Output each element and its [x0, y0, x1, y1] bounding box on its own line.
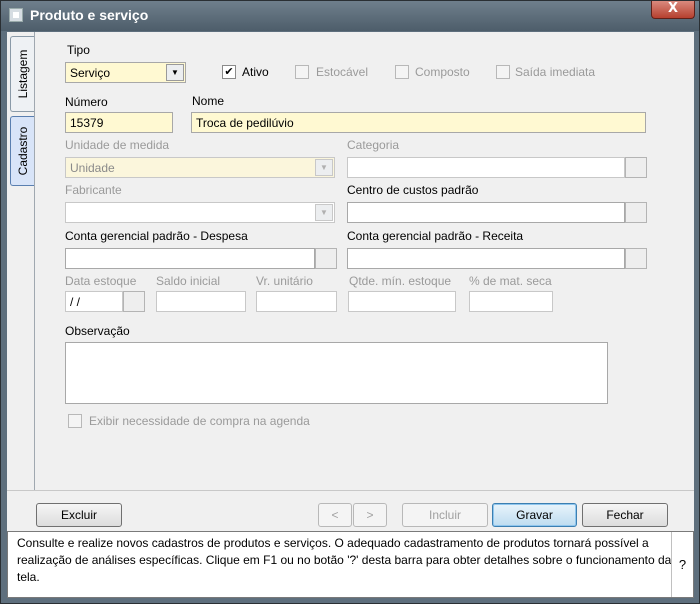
vertical-tab-strip: Listagem Cadastro [7, 32, 34, 490]
vr-unitario-label: Vr. unitário [256, 274, 313, 288]
tipo-label: Tipo [67, 43, 90, 57]
observacao-label: Observação [65, 324, 130, 338]
tab-cadastro[interactable]: Cadastro [10, 116, 34, 186]
conta-receita-label: Conta gerencial padrão - Receita [347, 229, 524, 243]
exibir-necessidade-checkbox[interactable] [68, 414, 82, 428]
help-bar: Consulte e realize novos cadastros de pr… [7, 531, 694, 598]
window: Produto e serviço X Listagem Cadastro Ti… [0, 0, 700, 604]
next-button[interactable]: > [353, 503, 387, 527]
title-bar: Produto e serviço X [1, 1, 699, 31]
client-area: Listagem Cadastro Tipo Serviço ▼ ✔ Ativo… [7, 32, 694, 598]
vr-unitario-field[interactable] [256, 291, 337, 312]
conta-receita-field[interactable] [347, 248, 625, 269]
numero-label: Número [65, 95, 108, 109]
tipo-value: Serviço [70, 66, 111, 80]
centro-custos-lookup-button[interactable] [625, 202, 647, 223]
gravar-button[interactable]: Gravar [492, 503, 577, 527]
fabricante-label: Fabricante [65, 183, 122, 197]
nome-label: Nome [192, 94, 225, 108]
help-text: Consulte e realize novos cadastros de pr… [17, 536, 672, 584]
composto-checkbox[interactable] [395, 65, 409, 79]
cadastro-form: Tipo Serviço ▼ ✔ Ativo Estocável Compost… [34, 32, 694, 490]
incluir-button[interactable]: Incluir [402, 503, 488, 527]
calendar-button[interactable] [123, 291, 145, 312]
checkmark-icon: ✔ [224, 66, 234, 78]
button-bar: Excluir < > Incluir Gravar Fechar [7, 490, 694, 530]
tab-listagem-label: Listagem [15, 49, 30, 99]
categoria-label: Categoria [347, 138, 400, 152]
unidade-medida-select[interactable]: Unidade [65, 157, 335, 178]
fabricante-select[interactable] [65, 202, 335, 223]
categoria-lookup-button[interactable] [625, 157, 647, 178]
exibir-necessidade-label: Exibir necessidade de compra na agenda [89, 414, 310, 428]
chevron-down-icon[interactable]: ▼ [315, 159, 333, 176]
unidade-medida-label: Unidade de medida [65, 138, 170, 152]
saida-imediata-checkbox[interactable] [496, 65, 510, 79]
conta-despesa-field[interactable] [65, 248, 315, 269]
ativo-checkbox[interactable]: ✔ [222, 65, 236, 79]
conta-despesa-label: Conta gerencial padrão - Despesa [65, 229, 248, 243]
estocavel-checkbox[interactable] [295, 65, 309, 79]
app-icon [9, 8, 23, 22]
numero-field[interactable]: 15379 [65, 112, 173, 133]
composto-label: Composto [415, 65, 470, 79]
categoria-field[interactable] [347, 157, 625, 178]
conta-receita-lookup-button[interactable] [625, 248, 647, 269]
excluir-button[interactable]: Excluir [36, 503, 122, 527]
mat-seca-label: % de mat. seca [469, 274, 552, 288]
chevron-down-icon[interactable]: ▼ [166, 64, 184, 81]
saida-imediata-label: Saída imediata [515, 65, 596, 79]
fechar-button[interactable]: Fechar [582, 503, 668, 527]
ativo-label: Ativo [242, 65, 269, 79]
data-estoque-label: Data estoque [65, 274, 137, 288]
centro-custos-label: Centro de custos padrão [347, 183, 479, 197]
qtde-min-label: Qtde. mín. estoque [349, 274, 452, 288]
chevron-down-icon[interactable]: ▼ [315, 204, 333, 221]
saldo-inicial-field[interactable] [156, 291, 246, 312]
estocavel-label: Estocável [316, 65, 369, 79]
nome-field[interactable]: Troca de pedilúvio [191, 112, 646, 133]
data-estoque-field[interactable]: / / [65, 291, 123, 312]
tab-cadastro-label: Cadastro [15, 126, 30, 176]
observacao-textarea[interactable] [65, 342, 608, 404]
unidade-medida-value: Unidade [70, 161, 115, 175]
centro-custos-field[interactable] [347, 202, 625, 223]
saldo-inicial-label: Saldo inicial [156, 274, 221, 288]
window-title: Produto e serviço [30, 7, 149, 23]
prev-button[interactable]: < [318, 503, 352, 527]
conta-despesa-lookup-button[interactable] [315, 248, 337, 269]
close-button[interactable]: X [651, 1, 695, 19]
qtde-min-field[interactable] [348, 291, 456, 312]
tab-listagem[interactable]: Listagem [10, 36, 34, 112]
help-button[interactable]: ? [671, 532, 693, 597]
mat-seca-field[interactable] [469, 291, 553, 312]
